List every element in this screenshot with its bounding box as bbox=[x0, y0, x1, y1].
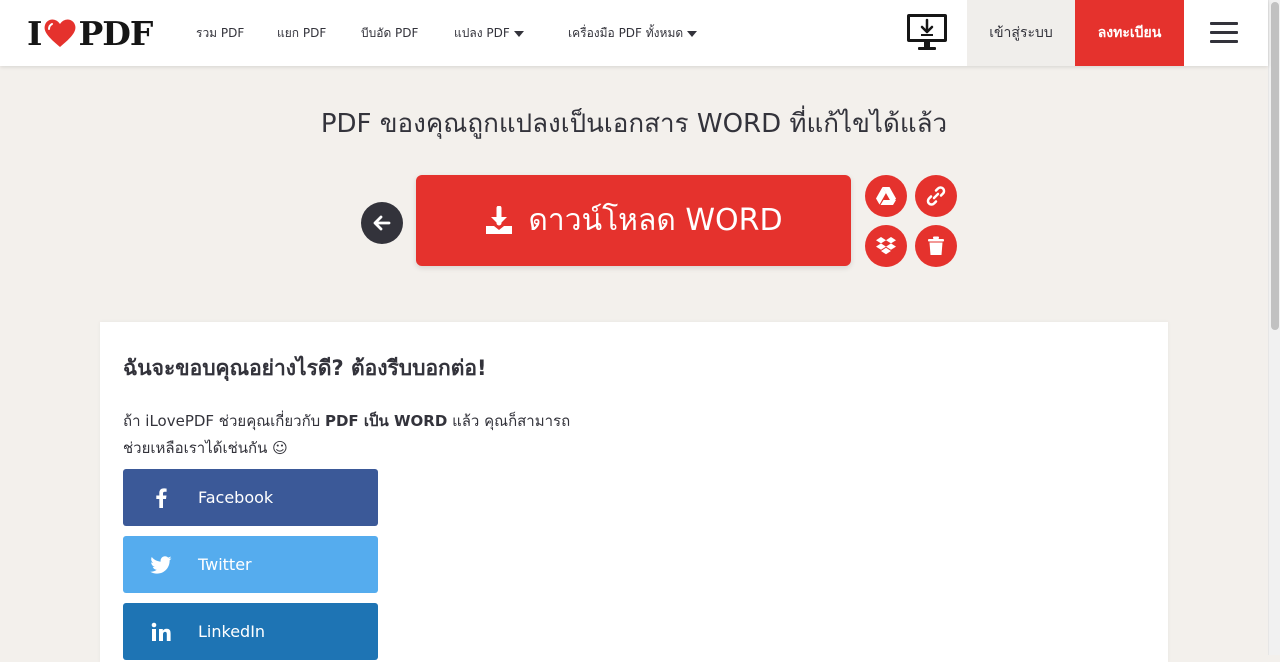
twitter-icon bbox=[123, 555, 198, 574]
share-linkedin-label: LinkedIn bbox=[198, 622, 266, 641]
share-card: ฉันจะขอบคุณอย่างไรดี? ต้องรีบบอกต่อ! ถ้า… bbox=[100, 322, 1168, 662]
caret-down-icon bbox=[513, 30, 524, 37]
share-text-prefix: ถ้า iLovePDF ช่วยคุณเกี่ยวกับ bbox=[123, 412, 325, 430]
nav-split-pdf-label: แยก PDF bbox=[277, 26, 327, 40]
nav-split-pdf[interactable]: แยก PDF bbox=[277, 24, 326, 43]
nav-compress-pdf-label: บีบอัด PDF bbox=[361, 26, 419, 40]
share-text-bold: PDF เป็น WORD bbox=[324, 412, 448, 430]
download-button-label: ดาวน์โหลด WORD bbox=[528, 203, 783, 238]
share-card-text: ถ้า iLovePDF ช่วยคุณเกี่ยวกับ PDF เป็น W… bbox=[123, 408, 663, 462]
save-to-google-drive-button[interactable] bbox=[865, 175, 907, 217]
logo-text-pdf: PDF bbox=[78, 13, 153, 53]
facebook-icon bbox=[123, 487, 198, 508]
nav-all-pdf-tools-label: เครื่องมือ PDF ทั้งหมด bbox=[568, 26, 684, 40]
signup-button-label: ลงทะเบียน bbox=[1097, 25, 1162, 41]
caret-down-icon bbox=[687, 30, 698, 37]
nav-merge-pdf-label: รวม PDF bbox=[196, 26, 245, 40]
share-card-title: ฉันจะขอบคุณอย่างไรดี? ต้องรีบบอกต่อ! bbox=[123, 356, 487, 380]
arrow-left-icon bbox=[373, 215, 391, 231]
share-twitter-label: Twitter bbox=[198, 555, 252, 574]
nav-convert-pdf[interactable]: แปลง PDF bbox=[454, 24, 524, 43]
share-text-suffix: แล้ว คุณก็สามารถ bbox=[447, 412, 571, 430]
page-scrollbar[interactable] bbox=[1268, 0, 1280, 655]
nav-compress-pdf[interactable]: บีบอัด PDF bbox=[361, 24, 418, 43]
dropbox-icon bbox=[876, 237, 896, 255]
google-drive-icon bbox=[876, 187, 896, 205]
desktop-download-icon[interactable] bbox=[905, 12, 949, 52]
nav-all-pdf-tools[interactable]: เครื่องมือ PDF ทั้งหมด bbox=[568, 24, 698, 43]
top-header: I PDF รวม PDF แยก PDF บีบอัด PDF แปลง PD… bbox=[0, 0, 1268, 66]
hamburger-line bbox=[1210, 22, 1238, 25]
logo-text-i: I bbox=[27, 13, 42, 53]
hamburger-menu-icon[interactable] bbox=[1210, 20, 1240, 44]
share-facebook-label: Facebook bbox=[198, 488, 274, 507]
share-text-line2: ช่วยเหลือเราได้เช่นกัน ☺ bbox=[123, 439, 288, 457]
login-button[interactable]: เข้าสู่ระบบ bbox=[967, 0, 1075, 66]
signup-button[interactable]: ลงทะเบียน bbox=[1075, 0, 1184, 66]
hamburger-line bbox=[1210, 31, 1238, 34]
share-facebook-button[interactable]: Facebook bbox=[123, 469, 378, 526]
heart-icon bbox=[45, 19, 76, 47]
linkedin-icon bbox=[123, 622, 198, 642]
share-twitter-button[interactable]: Twitter bbox=[123, 536, 378, 593]
nav-merge-pdf[interactable]: รวม PDF bbox=[196, 24, 244, 43]
ilovepdf-logo[interactable]: I PDF bbox=[27, 13, 153, 53]
trash-icon bbox=[928, 236, 944, 255]
link-icon bbox=[926, 186, 946, 206]
download-word-button[interactable]: ดาวน์โหลด WORD bbox=[416, 175, 851, 266]
download-icon bbox=[486, 205, 513, 234]
page-title: PDF ของคุณถูกแปลงเป็นเอกสาร WORD ที่แก้ไ… bbox=[320, 109, 948, 139]
copy-link-button[interactable] bbox=[915, 175, 957, 217]
hamburger-line bbox=[1210, 40, 1238, 43]
save-to-dropbox-button[interactable] bbox=[865, 225, 907, 267]
back-button[interactable] bbox=[361, 202, 403, 244]
nav-convert-pdf-label: แปลง PDF bbox=[454, 26, 510, 40]
login-button-label: เข้าสู่ระบบ bbox=[989, 25, 1053, 41]
delete-file-button[interactable] bbox=[915, 225, 957, 267]
share-linkedin-button[interactable]: LinkedIn bbox=[123, 603, 378, 660]
scrollbar-thumb[interactable] bbox=[1271, 2, 1279, 330]
